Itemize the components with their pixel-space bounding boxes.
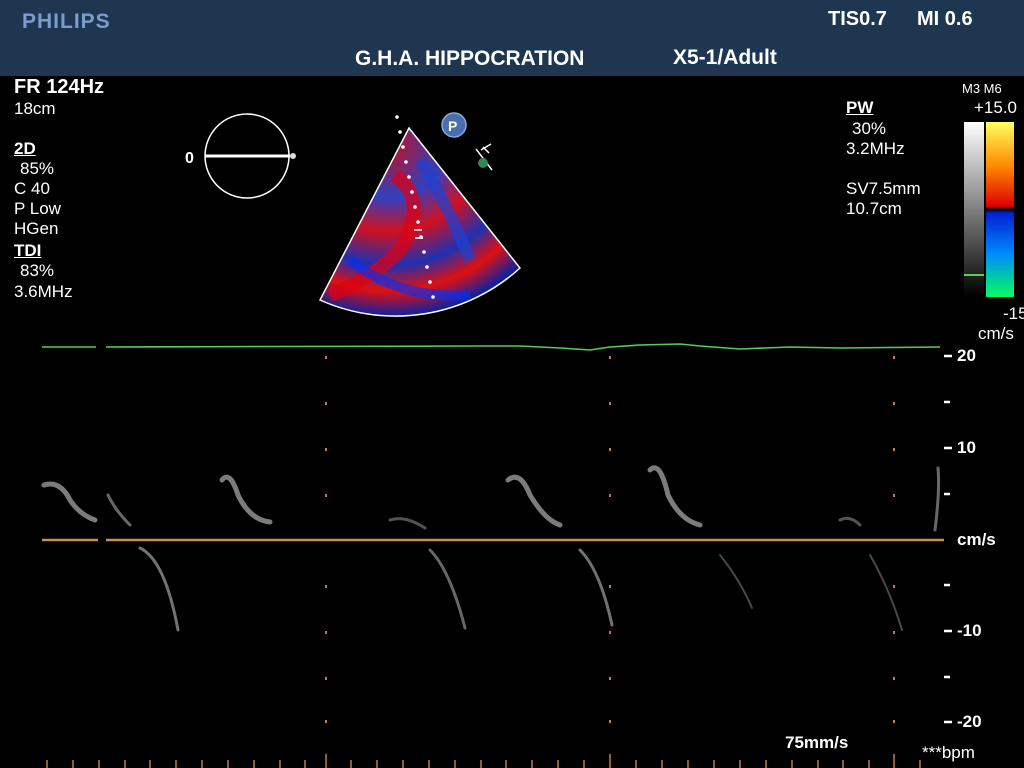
ecg-trace [42,343,941,351]
color-doppler-sector [318,126,522,317]
color-velocity-bar [964,122,1014,297]
steering-angle-icon [475,143,493,171]
time-axis-ticks [46,754,921,768]
orientation-angle: 0 [185,150,194,167]
probe-marker-label: P [448,118,457,134]
spectral-doppler-trace [41,465,941,632]
ultrasound-graphics: 0 P [41,112,1014,768]
velocity-axis-ticks [944,354,952,724]
orientation-circle-icon: 0 [185,113,296,199]
probe-marker-icon: P [441,112,467,138]
